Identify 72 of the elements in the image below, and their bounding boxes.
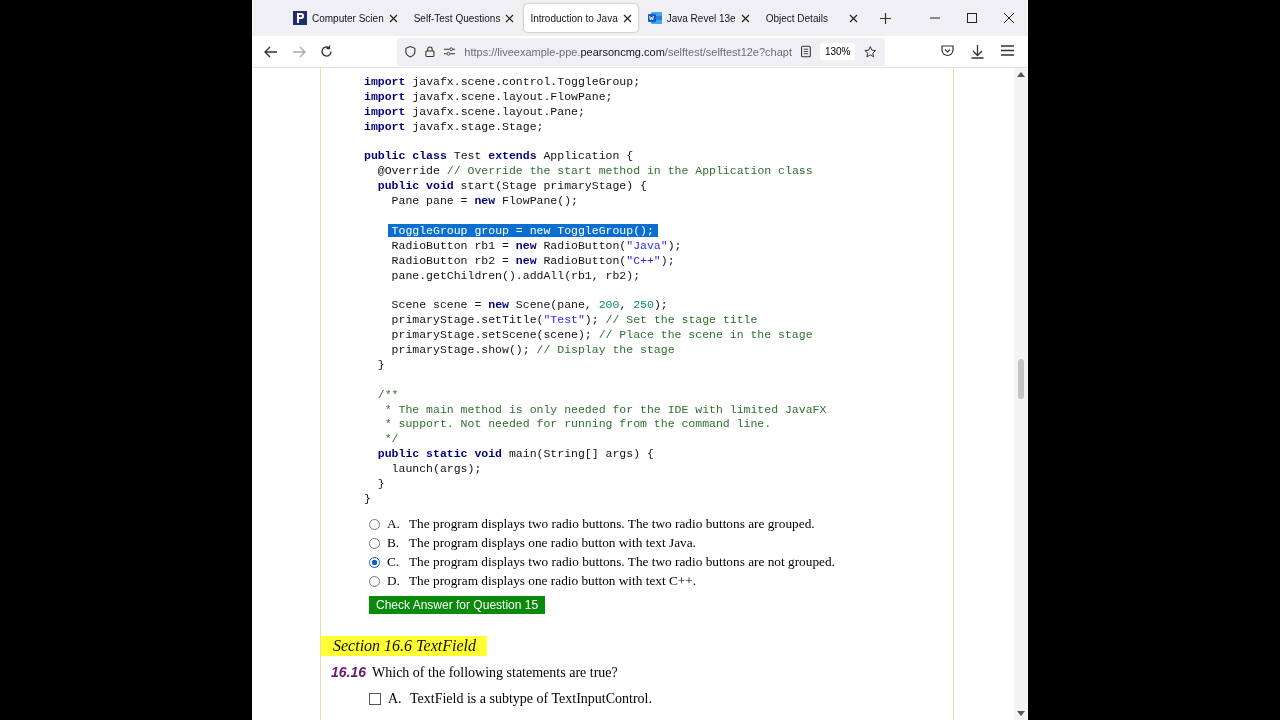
code-line: primaryStage.show(); // Display the stage xyxy=(390,343,675,358)
browser-tab[interactable]: Self-Test Questions xyxy=(407,4,521,32)
code-line: RadioButton rb2 = new RadioButton("C++"); xyxy=(390,253,675,269)
scrollbar-thumb[interactable] xyxy=(1018,359,1024,399)
reader-view-icon[interactable] xyxy=(801,45,811,58)
option-text: The program displays two radio buttons. The two radio buttons are grouped. xyxy=(409,516,815,533)
close-icon[interactable] xyxy=(622,13,632,23)
option-text: The program displays one radio button with text Java. xyxy=(409,535,696,552)
code-line: public static void main(String[] args) { xyxy=(376,447,654,463)
close-icon[interactable] xyxy=(740,13,750,23)
maximize-icon[interactable] xyxy=(967,13,977,23)
menu-icon[interactable] xyxy=(1001,44,1014,56)
code-line: import javafx.scene.control.ToggleGroup; xyxy=(364,75,641,90)
option-letter: A. xyxy=(388,691,403,708)
check-answer-button[interactable]: Check Answer for Question 15 xyxy=(369,595,546,614)
zoom-level-button[interactable]: 130% xyxy=(819,43,856,60)
letter-logo-icon xyxy=(293,11,307,25)
scrollbar[interactable] xyxy=(1014,68,1028,720)
code-line: } xyxy=(376,357,385,373)
browser-tab[interactable]: Object Details xyxy=(759,4,864,32)
code-line: public void start(Stage primaryStage) { xyxy=(376,179,647,195)
code-line: Pane pane = new FlowPane(); xyxy=(390,194,578,209)
address-bar[interactable]: https://liveexample-ppe.pearsoncmg.com/selftest/selftest12e?chapt 130% xyxy=(397,37,885,66)
browser-tab[interactable]: Introduction to Java xyxy=(524,4,638,32)
close-icon[interactable] xyxy=(1004,13,1014,23)
code-line: public class Test extends Application { xyxy=(364,149,634,165)
close-icon[interactable] xyxy=(505,13,515,23)
browser-tab[interactable]: Computer Scien xyxy=(287,4,404,32)
option-letter: D. xyxy=(387,573,401,590)
close-icon[interactable] xyxy=(388,13,398,23)
close-icon[interactable] xyxy=(848,13,858,23)
url-text: https://liveexample-ppe.pearsoncmg.com/selftest/selftest12e?chapt xyxy=(464,45,792,58)
back-icon[interactable] xyxy=(264,45,278,58)
option-letter: A. xyxy=(387,516,401,533)
scroll-up-icon[interactable] xyxy=(1017,72,1025,77)
code-line: */ xyxy=(383,432,399,448)
code-line: launch(args); xyxy=(390,462,482,478)
code-line: pane.getChildren().addAll(rb1, rb2); xyxy=(390,268,641,284)
option-text: TextField is a subtype of TextInputControl. xyxy=(410,691,652,708)
option-text: The program displays two radio buttons. The two radio buttons are not grouped. xyxy=(409,554,835,571)
code-line: @Override // Override the start method in the Application class xyxy=(376,164,813,180)
option-letter: C. xyxy=(387,554,401,571)
question-number: 16.16 xyxy=(331,663,367,680)
browser-tab[interactable]: Java Revel 13e xyxy=(641,4,756,32)
code-line: } xyxy=(364,491,371,507)
code-line: primaryStage.setScene(scene); // Place the scene in the stage xyxy=(390,328,813,344)
scroll-down-icon[interactable] xyxy=(1017,711,1025,716)
code-line: primaryStage.setTitle("Test"); // Set the stage title xyxy=(390,313,758,329)
code-line: import javafx.scene.layout.Pane; xyxy=(364,104,585,120)
code-line: * support. Not needed for running from the command line. xyxy=(383,417,772,433)
reload-icon[interactable] xyxy=(320,45,333,58)
code-line: Scene scene = new Scene(pane, 200, 250); xyxy=(390,298,668,314)
question-text: Which of the following statements are true? xyxy=(372,664,618,681)
lock-icon xyxy=(424,45,435,58)
checkbox[interactable] xyxy=(369,693,381,706)
pocket-icon[interactable] xyxy=(941,44,954,57)
download-icon[interactable] xyxy=(971,44,984,59)
code-line: import javafx.scene.layout.FlowPane; xyxy=(364,89,613,105)
shield-icon xyxy=(405,45,416,58)
radio-button[interactable] xyxy=(369,556,380,568)
option-letter: B. xyxy=(387,535,401,552)
code-line: * The main method is only needed for the IDE with limited JavaFX xyxy=(383,402,827,418)
new-tab-icon[interactable] xyxy=(879,12,891,24)
star-icon[interactable] xyxy=(864,44,877,59)
code-line: } xyxy=(376,477,385,492)
option-text: The program displays one radio button with text C++. xyxy=(409,573,697,590)
document-icon xyxy=(647,11,662,25)
code-line: RadioButton rb1 = new RadioButton("Java"); xyxy=(390,238,682,254)
code-line: /** xyxy=(376,387,399,403)
code-line: import javafx.stage.Stage; xyxy=(364,119,544,135)
sliders-icon xyxy=(443,46,456,57)
section-heading: Section 16.6 TextField xyxy=(321,635,487,656)
